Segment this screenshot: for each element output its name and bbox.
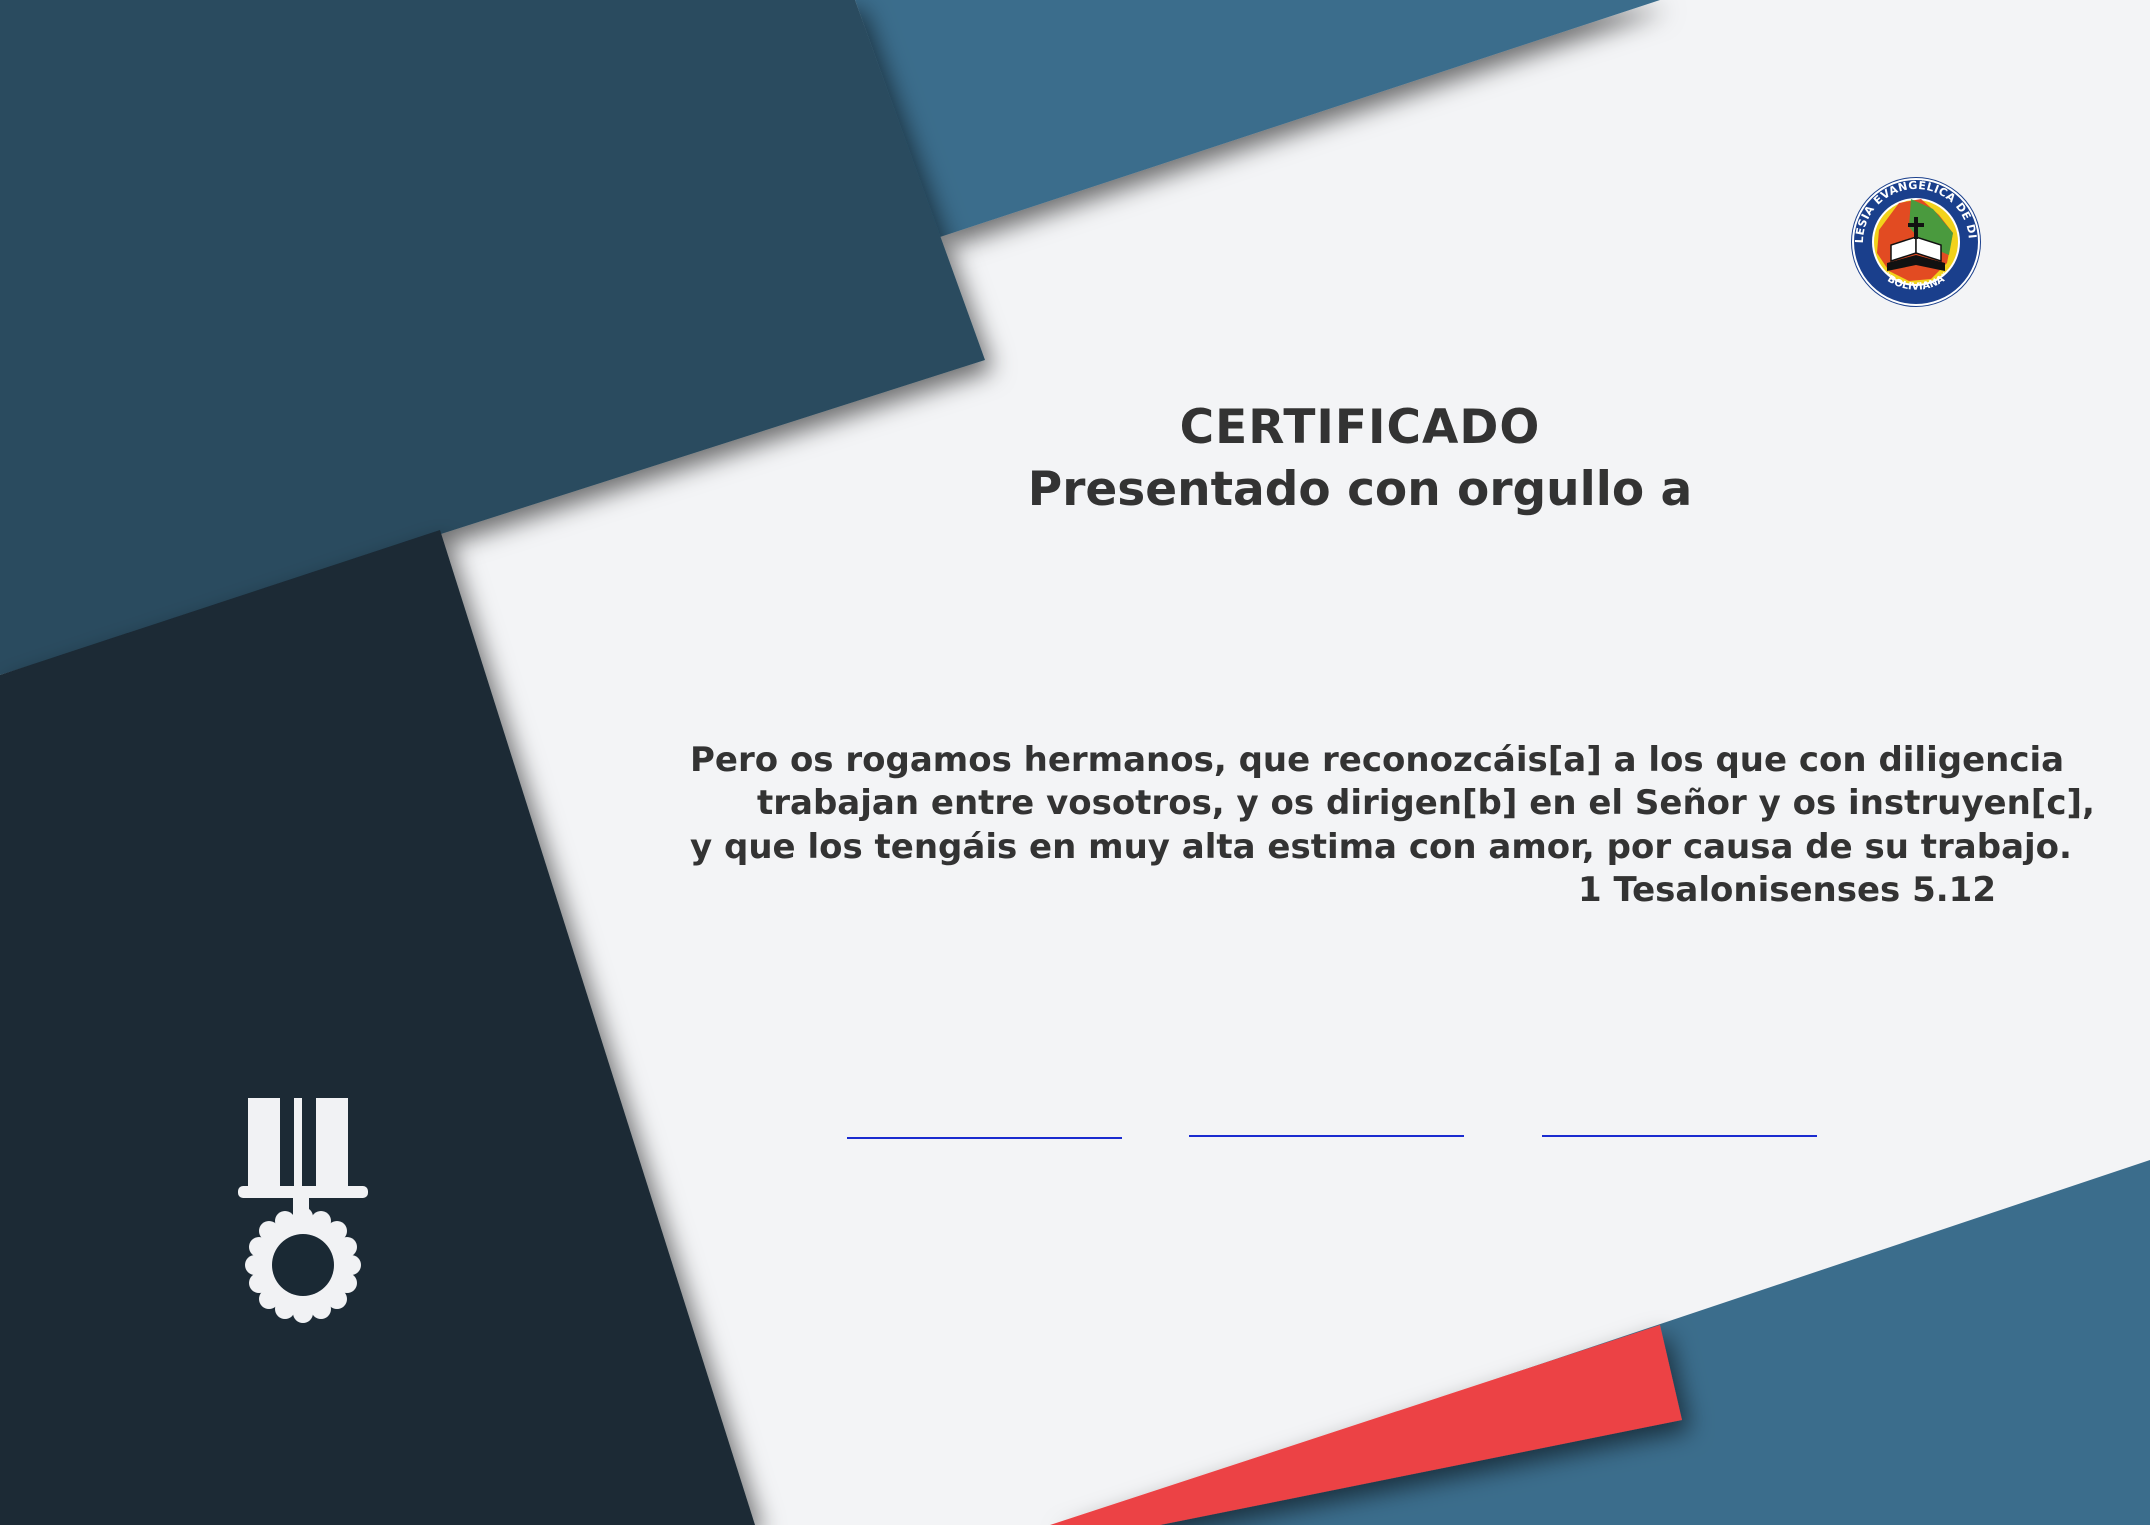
dark-panel — [0, 530, 755, 1525]
verse-reference: 1 Tesalonisenses 5.12 — [1577, 870, 1996, 910]
certificate-page: IGLESIA EVANGÉLICA DE DIOS "BOLIVIANA" — [0, 0, 2150, 1525]
verse-line-3: y que los tengáis en muy alta estima con… — [690, 827, 2072, 867]
signature-line-1 — [847, 1137, 1122, 1139]
top-steel-band — [855, 0, 1660, 237]
mid-blue-panel — [0, 0, 985, 675]
church-logo: IGLESIA EVANGÉLICA DE DIOS "BOLIVIANA" — [1849, 175, 1981, 307]
signature-line-3 — [1542, 1135, 1817, 1137]
signature-line-2 — [1189, 1135, 1464, 1137]
medal-icon — [238, 1098, 368, 1323]
verse-line-1: Pero os rogamos hermanos, que reconozcái… — [690, 740, 2065, 780]
certificate-title: CERTIFICADO — [1179, 400, 1541, 455]
certificate-subtitle: Presentado con orgullo a — [1027, 462, 1693, 517]
verse-line-2: trabajan entre vosotros, y os dirigen[b]… — [757, 783, 2095, 823]
